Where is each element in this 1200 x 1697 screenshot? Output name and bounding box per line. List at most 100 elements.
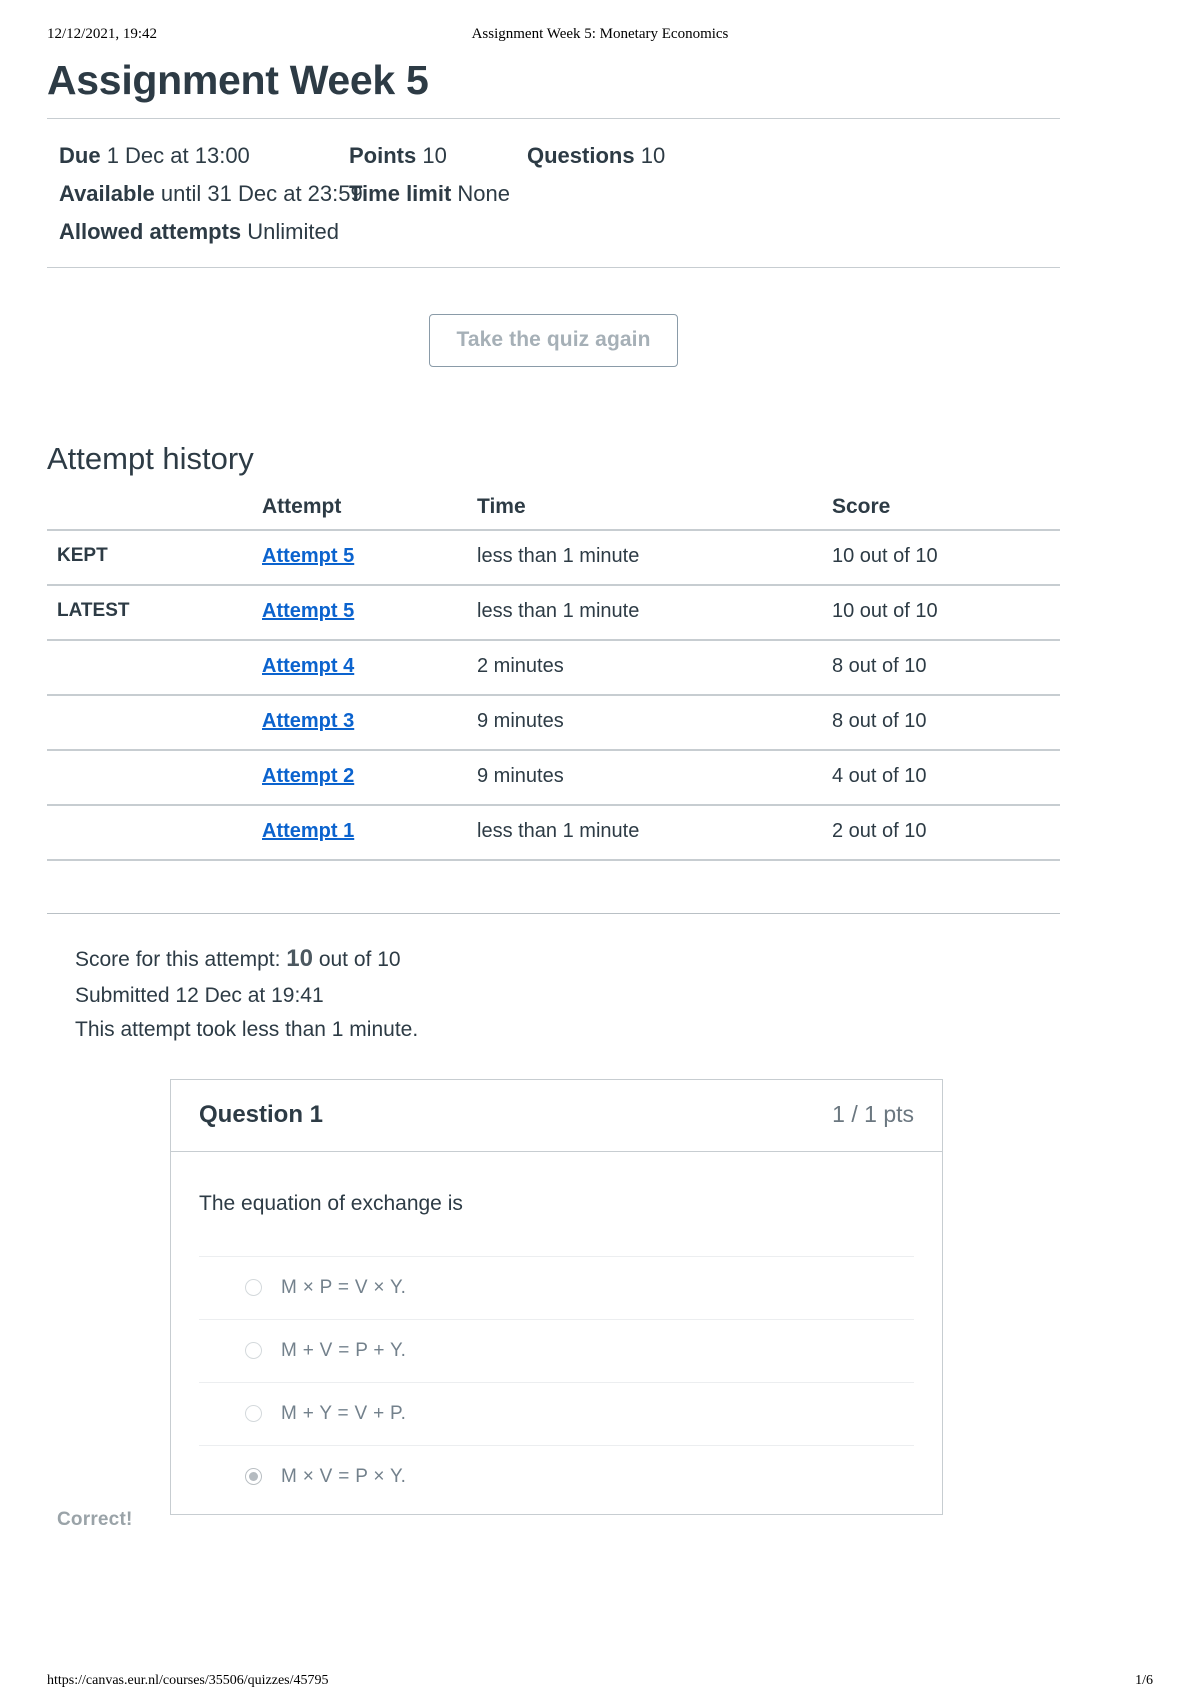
question-header: Question 1 1 / 1 pts (171, 1080, 942, 1152)
attempt-link[interactable]: Attempt 5 (262, 545, 354, 567)
table-row: Attempt 4 2 minutes 8 out of 10 (47, 638, 1060, 695)
answer-option[interactable]: M + Y = V + P. (199, 1381, 914, 1445)
attempt-link[interactable]: Attempt 5 (262, 600, 354, 622)
meta-questions-label: Questions (527, 143, 635, 169)
row-flag (47, 748, 262, 805)
attempt-history-head: Attempt Time Score (47, 489, 1060, 530)
radio-unselected-icon[interactable] (245, 1342, 262, 1360)
meta-allowed-attempts-value: Unlimited (247, 219, 339, 245)
spacer-cell (477, 858, 832, 913)
question-name: Question 1 (199, 1100, 324, 1128)
table-row: Attempt 2 9 minutes 4 out of 10 (47, 748, 1060, 805)
meta-row-2: Available until 31 Dec at 23:59Time limi… (59, 175, 1060, 213)
row-flag: LATEST (47, 583, 262, 640)
attempt-history-heading: Attempt history (47, 440, 254, 476)
meta-available-value: until 31 Dec at 23:59 (160, 181, 363, 207)
column-header-attempt: Attempt (262, 494, 342, 518)
radio-unselected-icon[interactable] (245, 1279, 262, 1297)
row-score: 10 out of 10 (832, 583, 1060, 640)
row-score: 4 out of 10 (832, 748, 1060, 805)
meta-time-limit-value: None (457, 181, 511, 207)
meta-time-limit-label: Time limit (349, 181, 452, 207)
attempt-summary: Score for this attempt: 10 out of 10 Sub… (47, 914, 1060, 1047)
attempt-score-line: Score for this attempt: 10 out of 10 (75, 940, 1060, 979)
row-flag (47, 803, 262, 860)
attempt-history-table: Attempt Time Score KEPT Attempt 5 less t… (47, 489, 1060, 913)
print-footer-url: https://canvas.eur.nl/courses/35506/quiz… (47, 1673, 329, 1688)
row-attempt: Attempt 4 (262, 638, 477, 695)
answer-text: M × P = V × Y. (281, 1276, 407, 1298)
row-time: 9 minutes (477, 748, 832, 805)
answer-text: M + V = P + Y. (281, 1339, 407, 1361)
row-attempt: Attempt 1 (262, 803, 477, 860)
print-doc-title: Assignment Week 5: Monetary Economics (471, 26, 729, 42)
answer-text: M × V = P × Y. (281, 1465, 407, 1487)
score-value: 10 (286, 944, 313, 972)
row-flag: KEPT (47, 528, 262, 585)
duration-line: This attempt took less than 1 minute. (75, 1017, 419, 1041)
answer-text: M + Y = V + P. (281, 1402, 407, 1424)
attempt-link[interactable]: Attempt 1 (262, 820, 354, 842)
table-row: Attempt 3 9 minutes 8 out of 10 (47, 693, 1060, 750)
attempt-link[interactable]: Attempt 4 (262, 655, 354, 677)
spacer-cell (832, 858, 1060, 913)
quiz-results-page: Assignment Week 5 Due 1 Dec at 13:00 Poin… (47, 56, 1060, 1530)
row-attempt: Attempt 3 (262, 693, 477, 750)
table-header-row: Attempt Time Score (47, 489, 1060, 530)
meta-row-1: Due 1 Dec at 13:00 Points 10 Questions 10 (59, 137, 1060, 175)
row-flag (47, 693, 262, 750)
meta-points-value: 10 (422, 143, 447, 169)
table-row: LATEST Attempt 5 less than 1 minute 10 o… (47, 583, 1060, 640)
meta-available-label: Available (59, 181, 155, 207)
table-row-spacer (47, 858, 1060, 913)
column-header-time: Time (477, 494, 526, 518)
row-time: less than 1 minute (477, 528, 832, 585)
correct-flag: Correct! (57, 1508, 133, 1530)
table-row: KEPT Attempt 5 less than 1 minute 10 out… (47, 528, 1060, 585)
row-score: 8 out of 10 (832, 638, 1060, 695)
question-area: Correct! Question 1 1 / 1 pts The equati… (47, 1078, 1060, 1530)
row-time: 9 minutes (477, 693, 832, 750)
column-header-score: Score (832, 494, 891, 518)
row-attempt: Attempt 2 (262, 748, 477, 805)
row-attempt: Attempt 5 (262, 528, 477, 585)
row-score: 8 out of 10 (832, 693, 1060, 750)
meta-due: Due 1 Dec at 13:00 (59, 137, 349, 175)
table-row: Attempt 1 less than 1 minute 2 out of 10 (47, 803, 1060, 860)
row-flag (47, 638, 262, 695)
meta-questions-value: 10 (640, 143, 666, 169)
meta-questions: Questions 10 (527, 137, 665, 175)
answer-option-selected[interactable]: M × V = P × Y. (199, 1444, 914, 1514)
meta-points-label: Points (349, 143, 417, 169)
question-prompt: The equation of exchange is (199, 1191, 463, 1215)
attempt-link[interactable]: Attempt 2 (262, 765, 354, 787)
meta-due-label: Due (59, 143, 101, 169)
row-time: less than 1 minute (477, 803, 832, 860)
row-score: 2 out of 10 (832, 803, 1060, 860)
question-body: The equation of exchange is M × P = V × … (171, 1152, 942, 1514)
submitted-line: Submitted 12 Dec at 19:41 (75, 983, 324, 1007)
radio-selected-icon[interactable] (245, 1468, 262, 1486)
quiz-meta: Due 1 Dec at 13:00 Points 10 Questions 10 … (47, 119, 1060, 266)
radio-unselected-icon[interactable] (245, 1405, 262, 1423)
meta-time-limit: Time limit None (349, 181, 510, 206)
column-header-flag (47, 489, 262, 530)
question-box: Question 1 1 / 1 pts The equation of exc… (170, 1078, 943, 1515)
spacer-cell (262, 858, 477, 913)
row-score: 10 out of 10 (832, 528, 1060, 585)
answer-list: M × P = V × Y. M + V = P + Y. M + Y = V … (199, 1255, 914, 1514)
attempt-history-body: KEPT Attempt 5 less than 1 minute 10 out… (47, 528, 1060, 913)
meta-available: Available until 31 Dec at 23:59 (59, 175, 363, 213)
row-time: 2 minutes (477, 638, 832, 695)
row-attempt: Attempt 5 (262, 583, 477, 640)
attempt-link[interactable]: Attempt 3 (262, 710, 354, 732)
page-title: Assignment Week 5 (47, 57, 429, 103)
answer-option[interactable]: M + V = P + Y. (199, 1318, 914, 1382)
take-quiz-again-button[interactable]: Take the quiz again (429, 313, 678, 367)
meta-due-value: 1 Dec at 13:00 (106, 143, 250, 169)
meta-points: Points 10 (349, 137, 527, 175)
spacer-cell (47, 858, 262, 913)
meta-row-3: Allowed attempts Unlimited (59, 213, 1060, 251)
answer-option[interactable]: M × P = V × Y. (199, 1255, 914, 1319)
print-footer-page: 1/6 (1135, 1673, 1153, 1688)
